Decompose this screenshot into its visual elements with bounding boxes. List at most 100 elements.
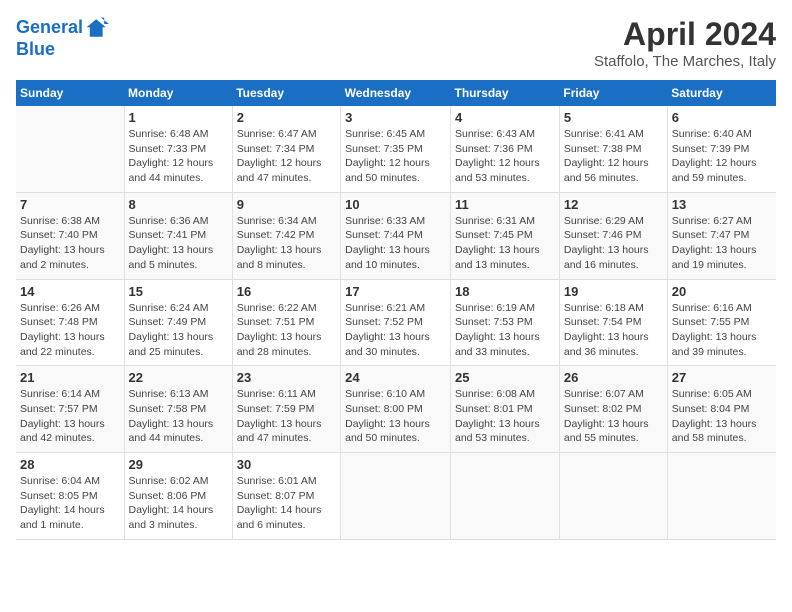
day-info: Sunrise: 6:40 AM Sunset: 7:39 PM Dayligh…	[672, 127, 772, 186]
day-number: 27	[672, 370, 772, 385]
day-number: 20	[672, 284, 772, 299]
day-number: 16	[237, 284, 336, 299]
location-title: Staffolo, The Marches, Italy	[594, 53, 776, 70]
calendar-cell: 12Sunrise: 6:29 AM Sunset: 7:46 PM Dayli…	[559, 192, 667, 279]
day-info: Sunrise: 6:01 AM Sunset: 8:07 PM Dayligh…	[237, 474, 336, 533]
weekday-header-tuesday: Tuesday	[232, 80, 340, 106]
day-number: 18	[455, 284, 555, 299]
day-info: Sunrise: 6:14 AM Sunset: 7:57 PM Dayligh…	[20, 387, 120, 446]
day-info: Sunrise: 6:48 AM Sunset: 7:33 PM Dayligh…	[129, 127, 228, 186]
calendar-week-row: 1 Sunrise: 6:48 AM Sunset: 7:33 PM Daylig…	[16, 106, 776, 192]
day-info: Sunrise: 6:16 AM Sunset: 7:55 PM Dayligh…	[672, 301, 772, 360]
day-info: Sunrise: 6:33 AM Sunset: 7:44 PM Dayligh…	[345, 214, 446, 273]
calendar-cell: 28Sunrise: 6:04 AM Sunset: 8:05 PM Dayli…	[16, 453, 124, 540]
day-number: 7	[20, 197, 120, 212]
day-info: Sunrise: 6:19 AM Sunset: 7:53 PM Dayligh…	[455, 301, 555, 360]
day-number: 6	[672, 110, 772, 125]
day-info: Sunrise: 6:45 AM Sunset: 7:35 PM Dayligh…	[345, 127, 446, 186]
day-info: Sunrise: 6:18 AM Sunset: 7:54 PM Dayligh…	[564, 301, 663, 360]
day-number: 19	[564, 284, 663, 299]
calendar-cell: 2Sunrise: 6:47 AM Sunset: 7:34 PM Daylig…	[232, 106, 340, 192]
calendar-cell: 25 Sunrise: 6:08 AM Sunset: 8:01 PM Dayli…	[451, 366, 560, 453]
calendar-cell: 14 Sunrise: 6:26 AM Sunset: 7:48 PM Dayli…	[16, 279, 124, 366]
calendar-cell: 24Sunrise: 6:10 AM Sunset: 8:00 PM Dayli…	[341, 366, 451, 453]
day-number: 15	[129, 284, 228, 299]
day-info: Sunrise: 6:34 AM Sunset: 7:42 PM Dayligh…	[237, 214, 336, 273]
day-info: Sunrise: 6:22 AM Sunset: 7:51 PM Dayligh…	[237, 301, 336, 360]
day-number: 3	[345, 110, 446, 125]
calendar-cell: 15 Sunrise: 6:24 AM Sunset: 7:49 PM Dayli…	[124, 279, 232, 366]
weekday-header-friday: Friday	[559, 80, 667, 106]
calendar-cell: 10Sunrise: 6:33 AM Sunset: 7:44 PM Dayli…	[341, 192, 451, 279]
day-info: Sunrise: 6:21 AM Sunset: 7:52 PM Dayligh…	[345, 301, 446, 360]
day-number: 21	[20, 370, 120, 385]
calendar-cell: 21 Sunrise: 6:14 AM Sunset: 7:57 PM Dayli…	[16, 366, 124, 453]
weekday-header-sunday: Sunday	[16, 80, 124, 106]
calendar-cell: 17 Sunrise: 6:21 AM Sunset: 7:52 PM Dayli…	[341, 279, 451, 366]
day-number: 11	[455, 197, 555, 212]
calendar-cell: 1 Sunrise: 6:48 AM Sunset: 7:33 PM Daylig…	[124, 106, 232, 192]
title-section: April 2024 Staffolo, The Marches, Italy	[594, 16, 776, 70]
weekday-header-saturday: Saturday	[667, 80, 776, 106]
calendar-week-row: 14 Sunrise: 6:26 AM Sunset: 7:48 PM Dayli…	[16, 279, 776, 366]
day-number: 24	[345, 370, 446, 385]
day-number: 14	[20, 284, 120, 299]
day-number: 4	[455, 110, 555, 125]
calendar-cell: 6 Sunrise: 6:40 AM Sunset: 7:39 PM Daylig…	[667, 106, 776, 192]
calendar-cell: 5 Sunrise: 6:41 AM Sunset: 7:38 PM Daylig…	[559, 106, 667, 192]
day-number: 23	[237, 370, 336, 385]
logo: General Blue	[16, 16, 109, 60]
calendar-week-row: 28Sunrise: 6:04 AM Sunset: 8:05 PM Dayli…	[16, 453, 776, 540]
calendar-week-row: 21 Sunrise: 6:14 AM Sunset: 7:57 PM Dayli…	[16, 366, 776, 453]
page-header: General Blue April 2024 Staffolo, The Ma…	[16, 16, 776, 70]
calendar-cell	[16, 106, 124, 192]
calendar-cell: 4 Sunrise: 6:43 AM Sunset: 7:36 PM Daylig…	[451, 106, 560, 192]
calendar-cell: 26 Sunrise: 6:07 AM Sunset: 8:02 PM Dayli…	[559, 366, 667, 453]
day-number: 1	[129, 110, 228, 125]
calendar-header-row: SundayMondayTuesdayWednesdayThursdayFrid…	[16, 80, 776, 106]
day-info: Sunrise: 6:36 AM Sunset: 7:41 PM Dayligh…	[129, 214, 228, 273]
calendar-cell	[451, 453, 560, 540]
day-number: 30	[237, 457, 336, 472]
day-number: 13	[672, 197, 772, 212]
calendar-cell: 3 Sunrise: 6:45 AM Sunset: 7:35 PM Daylig…	[341, 106, 451, 192]
logo-blue-text: Blue	[16, 39, 55, 59]
day-number: 2	[237, 110, 336, 125]
day-info: Sunrise: 6:13 AM Sunset: 7:58 PM Dayligh…	[129, 387, 228, 446]
day-number: 17	[345, 284, 446, 299]
weekday-header-monday: Monday	[124, 80, 232, 106]
day-info: Sunrise: 6:43 AM Sunset: 7:36 PM Dayligh…	[455, 127, 555, 186]
weekday-header-wednesday: Wednesday	[341, 80, 451, 106]
day-number: 5	[564, 110, 663, 125]
day-info: Sunrise: 6:26 AM Sunset: 7:48 PM Dayligh…	[20, 301, 120, 360]
day-info: Sunrise: 6:41 AM Sunset: 7:38 PM Dayligh…	[564, 127, 663, 186]
day-number: 25	[455, 370, 555, 385]
day-number: 8	[129, 197, 228, 212]
calendar-week-row: 7 Sunrise: 6:38 AM Sunset: 7:40 PM Daylig…	[16, 192, 776, 279]
day-info: Sunrise: 6:11 AM Sunset: 7:59 PM Dayligh…	[237, 387, 336, 446]
month-title: April 2024	[594, 16, 776, 53]
calendar-cell: 16 Sunrise: 6:22 AM Sunset: 7:51 PM Dayli…	[232, 279, 340, 366]
calendar-cell: 13 Sunrise: 6:27 AM Sunset: 7:47 PM Dayli…	[667, 192, 776, 279]
calendar-cell: 7 Sunrise: 6:38 AM Sunset: 7:40 PM Daylig…	[16, 192, 124, 279]
calendar-cell: 23 Sunrise: 6:11 AM Sunset: 7:59 PM Dayli…	[232, 366, 340, 453]
calendar-cell: 22 Sunrise: 6:13 AM Sunset: 7:58 PM Dayli…	[124, 366, 232, 453]
calendar-table: SundayMondayTuesdayWednesdayThursdayFrid…	[16, 80, 776, 540]
calendar-cell: 27 Sunrise: 6:05 AM Sunset: 8:04 PM Dayli…	[667, 366, 776, 453]
calendar-cell: 20 Sunrise: 6:16 AM Sunset: 7:55 PM Dayli…	[667, 279, 776, 366]
day-info: Sunrise: 6:29 AM Sunset: 7:46 PM Dayligh…	[564, 214, 663, 273]
day-info: Sunrise: 6:27 AM Sunset: 7:47 PM Dayligh…	[672, 214, 772, 273]
day-info: Sunrise: 6:38 AM Sunset: 7:40 PM Dayligh…	[20, 214, 120, 273]
day-number: 22	[129, 370, 228, 385]
day-info: Sunrise: 6:08 AM Sunset: 8:01 PM Dayligh…	[455, 387, 555, 446]
calendar-cell: 19 Sunrise: 6:18 AM Sunset: 7:54 PM Dayli…	[559, 279, 667, 366]
day-info: Sunrise: 6:05 AM Sunset: 8:04 PM Dayligh…	[672, 387, 772, 446]
day-number: 9	[237, 197, 336, 212]
calendar-cell: 11 Sunrise: 6:31 AM Sunset: 7:45 PM Dayli…	[451, 192, 560, 279]
day-info: Sunrise: 6:04 AM Sunset: 8:05 PM Dayligh…	[20, 474, 120, 533]
day-info: Sunrise: 6:31 AM Sunset: 7:45 PM Dayligh…	[455, 214, 555, 273]
day-info: Sunrise: 6:24 AM Sunset: 7:49 PM Dayligh…	[129, 301, 228, 360]
day-number: 26	[564, 370, 663, 385]
day-info: Sunrise: 6:07 AM Sunset: 8:02 PM Dayligh…	[564, 387, 663, 446]
calendar-cell	[559, 453, 667, 540]
